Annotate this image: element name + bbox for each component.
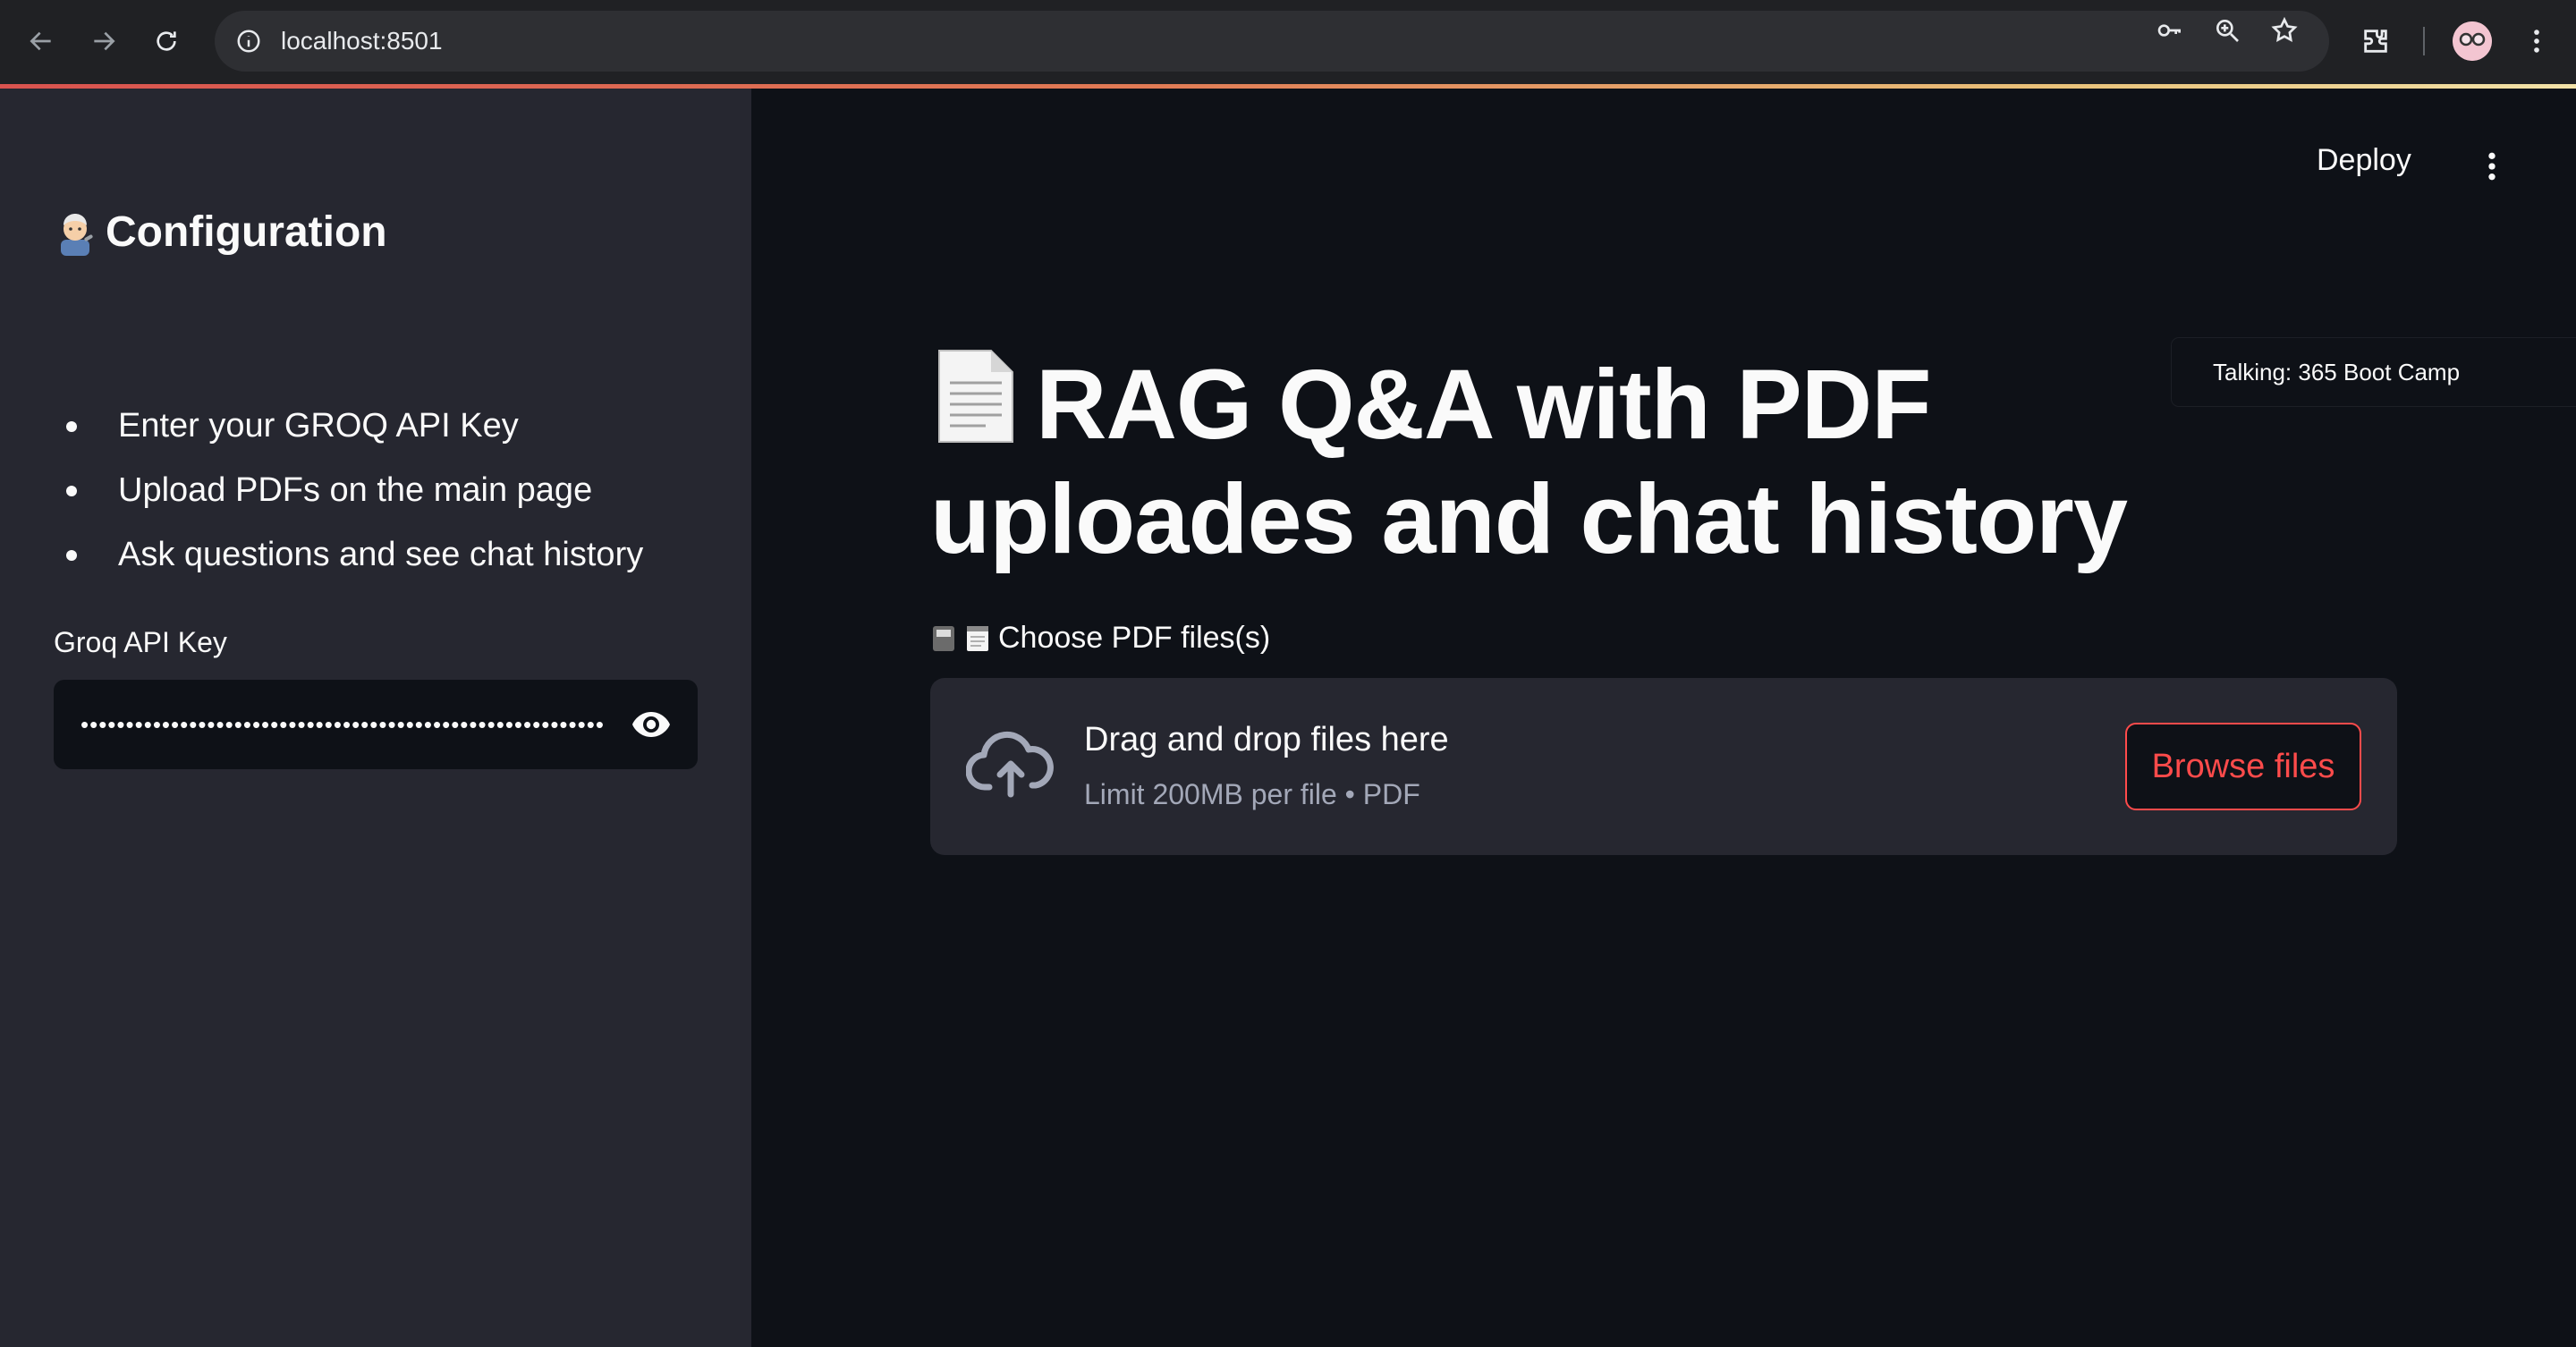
page-title-text: RAG Q&A with PDF uploades and chat histo…: [930, 350, 2128, 574]
notebook-emoji-icon: [930, 624, 957, 653]
browser-menu-icon[interactable]: [2515, 20, 2558, 63]
browse-files-button[interactable]: Browse files: [2125, 723, 2361, 810]
address-bar[interactable]: localhost:8501: [215, 11, 2329, 72]
api-key-value[interactable]: ••••••••••••••••••••••••••••••••••••••••…: [80, 680, 626, 769]
dropzone-subtitle: Limit 200MB per file • PDF: [1084, 778, 1420, 810]
forward-icon[interactable]: [82, 20, 125, 63]
sidebar-title-text: Configuration: [106, 208, 387, 256]
deploy-button[interactable]: Deploy: [2317, 143, 2411, 178]
talking-toast: Talking: 365 Boot Camp: [2172, 338, 2576, 406]
file-dropzone[interactable]: Drag and drop files here Limit 200MB per…: [930, 678, 2397, 855]
sidebar-instructions-list: Enter your GROQ API Key Upload PDFs on t…: [54, 394, 643, 587]
notepad-emoji-icon: [964, 624, 991, 653]
cloud-upload-icon: [965, 724, 1055, 805]
browser-toolbar: localhost:8501: [0, 0, 2576, 84]
dropzone-title: Drag and drop files here: [1084, 721, 1449, 758]
bookmark-star-icon[interactable]: [2265, 11, 2304, 50]
reload-icon[interactable]: [145, 20, 188, 63]
password-key-icon[interactable]: [2150, 11, 2190, 50]
app-menu-icon[interactable]: [2470, 145, 2513, 188]
api-key-label: Groq API Key: [54, 626, 227, 658]
url-text[interactable]: localhost:8501: [281, 11, 443, 72]
toolbar-separator: [2423, 27, 2425, 55]
zoom-icon[interactable]: [2207, 11, 2247, 50]
api-key-input[interactable]: ••••••••••••••••••••••••••••••••••••••••…: [54, 680, 698, 769]
profile-avatar[interactable]: [2453, 21, 2492, 61]
page-title: RAG Q&A with PDF uploades and chat histo…: [930, 347, 2326, 577]
toast-text: Talking: 365 Boot Camp: [2213, 359, 2461, 385]
show-password-eye-icon[interactable]: [626, 703, 676, 746]
uploader-label: Choose PDF files(s): [930, 621, 1270, 656]
sidebar-title: Configuration: [54, 208, 387, 257]
list-item: Enter your GROQ API Key: [54, 394, 643, 458]
extensions-icon[interactable]: [2354, 20, 2397, 63]
mechanic-emoji-icon: [54, 209, 97, 256]
list-item: Ask questions and see chat history: [54, 522, 643, 587]
site-info-icon[interactable]: [229, 21, 268, 61]
page-facing-up-emoji-icon: [930, 347, 1020, 445]
list-item: Upload PDFs on the main page: [54, 458, 643, 522]
uploader-label-text: Choose PDF files(s): [998, 621, 1271, 655]
back-icon[interactable]: [20, 20, 63, 63]
